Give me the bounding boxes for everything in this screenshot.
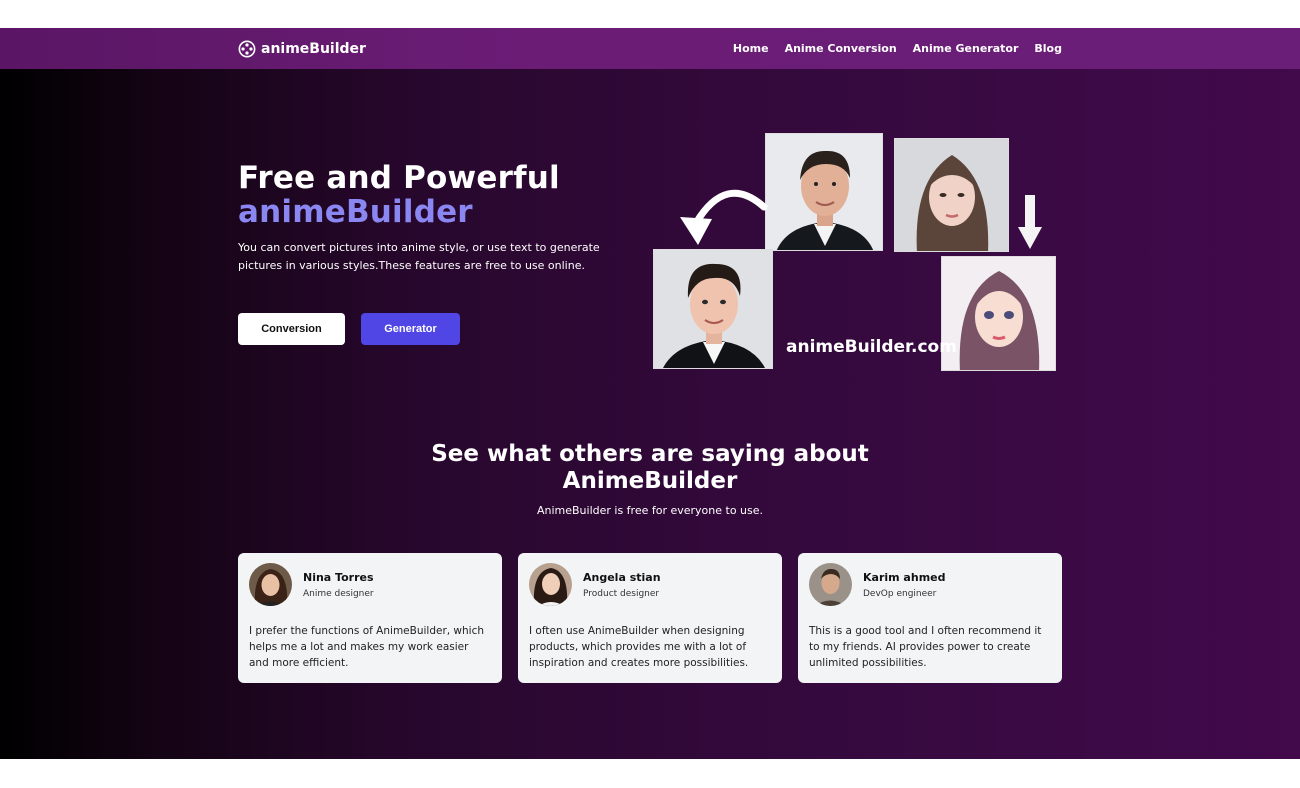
navbar-inner: animeBuilder Home Anime Conversion Anime… bbox=[238, 28, 1062, 69]
avatar bbox=[249, 563, 292, 606]
nav-link-home[interactable]: Home bbox=[733, 42, 769, 55]
generator-button[interactable]: Generator bbox=[361, 313, 460, 345]
nav-links: Home Anime Conversion Anime Generator Bl… bbox=[733, 42, 1062, 55]
testimonial-card: Karim ahmed DevOp engineer This is a goo… bbox=[798, 553, 1062, 683]
nav-link-blog[interactable]: Blog bbox=[1034, 42, 1062, 55]
avatar bbox=[809, 563, 852, 606]
reviewer-role: DevOp engineer bbox=[863, 588, 937, 599]
review-text: I prefer the functions of AnimeBuilder, … bbox=[249, 625, 485, 669]
hero-description: You can convert pictures into anime styl… bbox=[238, 241, 600, 272]
reviewer-name: Angela stian bbox=[583, 570, 661, 584]
curved-arrow-icon bbox=[680, 189, 768, 245]
reviewer-name: Nina Torres bbox=[303, 570, 374, 584]
card-header: Karim ahmed DevOp engineer bbox=[809, 563, 1051, 606]
review-text: I often use AnimeBuilder when designing … bbox=[529, 625, 749, 669]
testimonials-title: See what others are saying about AnimeBu… bbox=[431, 441, 869, 494]
nav-link-anime-generator[interactable]: Anime Generator bbox=[913, 42, 1019, 55]
brand-logo-link[interactable]: animeBuilder bbox=[238, 40, 366, 58]
original-man-photo bbox=[765, 133, 883, 251]
avatar bbox=[529, 563, 572, 606]
hero-title-accent: animeBuilder bbox=[238, 194, 473, 230]
down-arrow-icon bbox=[1018, 195, 1042, 249]
nav-link-anime-conversion[interactable]: Anime Conversion bbox=[785, 42, 897, 55]
card-header: Angela stian Product designer bbox=[529, 563, 771, 606]
reviewer-role: Anime designer bbox=[303, 588, 374, 599]
page: animeBuilder Home Anime Conversion Anime… bbox=[0, 0, 1300, 788]
hero-title-line1: Free and Powerful bbox=[238, 160, 560, 196]
hero-image-collage: animeBuilder.com bbox=[650, 131, 1060, 373]
reviewer-name: Karim ahmed bbox=[863, 570, 946, 584]
navbar: animeBuilder Home Anime Conversion Anime… bbox=[0, 28, 1300, 69]
original-woman-photo bbox=[894, 138, 1009, 252]
hero-text: Free and Powerful animeBuilder You can c… bbox=[238, 161, 618, 345]
testimonial-card: Angela stian Product designer I often us… bbox=[518, 553, 782, 683]
testimonials-subtitle: AnimeBuilder is free for everyone to use… bbox=[536, 504, 764, 517]
review-text: This is a good tool and I often recommen… bbox=[809, 625, 1042, 669]
conversion-button[interactable]: Conversion bbox=[238, 313, 345, 345]
card-header: Nina Torres Anime designer bbox=[249, 563, 491, 606]
anime-woman-result bbox=[941, 256, 1056, 371]
reviewer-role: Product designer bbox=[583, 588, 660, 599]
anime-man-result bbox=[653, 249, 773, 369]
testimonial-cards: Nina Torres Anime designer I prefer the … bbox=[238, 553, 1062, 683]
testimonial-card: Nina Torres Anime designer I prefer the … bbox=[238, 553, 502, 683]
collage-caption: animeBuilder.com bbox=[786, 337, 957, 357]
main-section: Free and Powerful animeBuilder You can c… bbox=[0, 69, 1300, 759]
hero-title: Free and Powerful animeBuilder bbox=[238, 161, 618, 229]
hero-buttons: Conversion Generator bbox=[238, 313, 618, 345]
film-reel-icon bbox=[238, 40, 256, 57]
brand-name: animeBuilder bbox=[261, 40, 366, 57]
